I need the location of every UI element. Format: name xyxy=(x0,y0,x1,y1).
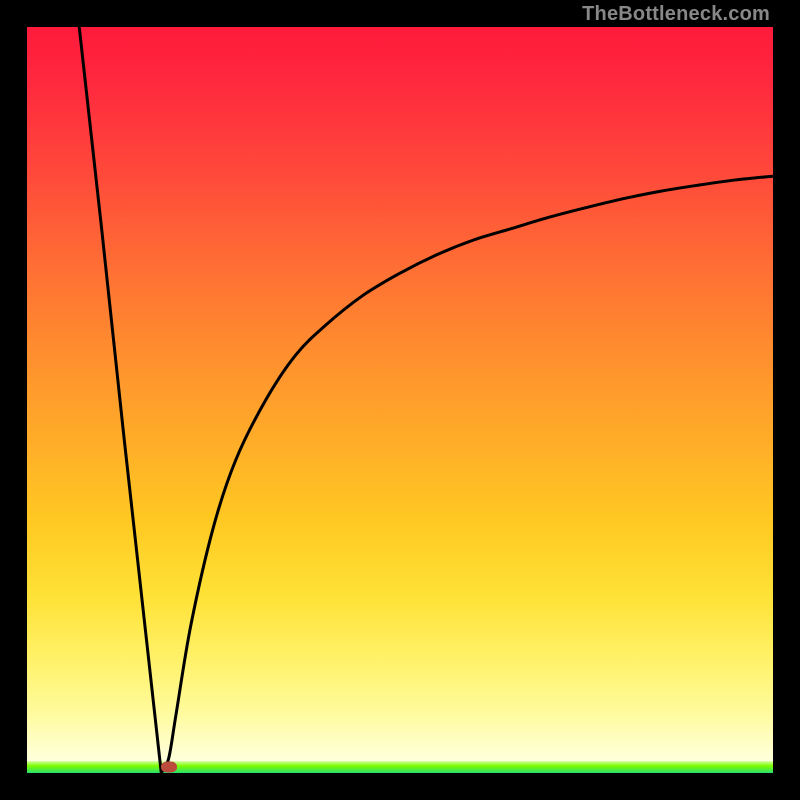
attribution-text: TheBottleneck.com xyxy=(582,3,770,26)
chart-frame: TheBottleneck.com xyxy=(0,0,800,800)
optimal-band xyxy=(27,761,773,773)
plot-area xyxy=(27,27,773,773)
heat-gradient xyxy=(27,27,773,773)
